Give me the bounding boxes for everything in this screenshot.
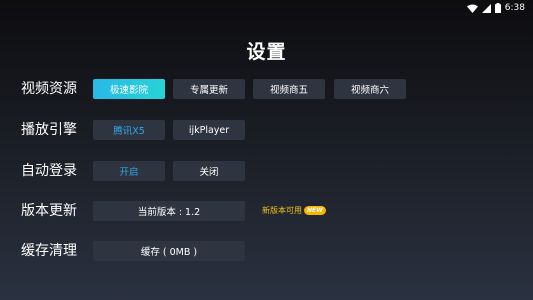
- status-time: 6:38: [504, 3, 525, 13]
- version-update-label: 版本更新: [21, 203, 77, 219]
- auto-login-off-button[interactable]: 关闭: [173, 161, 245, 181]
- player-engine-label: 播放引擎: [21, 122, 77, 138]
- new-badge: NEW: [304, 206, 326, 215]
- video-source-label: 视频资源: [21, 81, 77, 97]
- auto-login-on-button[interactable]: 开启: [93, 161, 165, 181]
- auto-login-label: 自动登录: [21, 163, 77, 179]
- player-engine-option-0[interactable]: 腾讯X5: [93, 120, 165, 140]
- video-source-option-1[interactable]: 专属更新: [173, 79, 245, 99]
- video-source-option-2[interactable]: 视频商五: [253, 79, 325, 99]
- status-bar: 6:38: [0, 0, 533, 16]
- wifi-icon: [466, 4, 478, 13]
- page-title: 设置: [246, 41, 287, 63]
- cache-clear-label: 缓存清理: [21, 243, 77, 259]
- cache-clear-button[interactable]: 缓存 ( 0MB ): [93, 241, 245, 261]
- video-source-option-3[interactable]: 视频商六: [334, 79, 406, 99]
- battery-icon: [494, 3, 501, 13]
- current-version-button[interactable]: 当前版本 : 1.2: [93, 201, 245, 221]
- player-engine-option-1[interactable]: ijkPlayer: [173, 120, 245, 140]
- new-version-notice[interactable]: 新版本可用 NEW: [262, 205, 326, 216]
- status-icons: 6:38: [466, 2, 525, 14]
- new-version-text: 新版本可用: [262, 206, 302, 215]
- video-source-option-0[interactable]: 极速影院: [93, 79, 165, 99]
- signal-icon: [481, 3, 491, 13]
